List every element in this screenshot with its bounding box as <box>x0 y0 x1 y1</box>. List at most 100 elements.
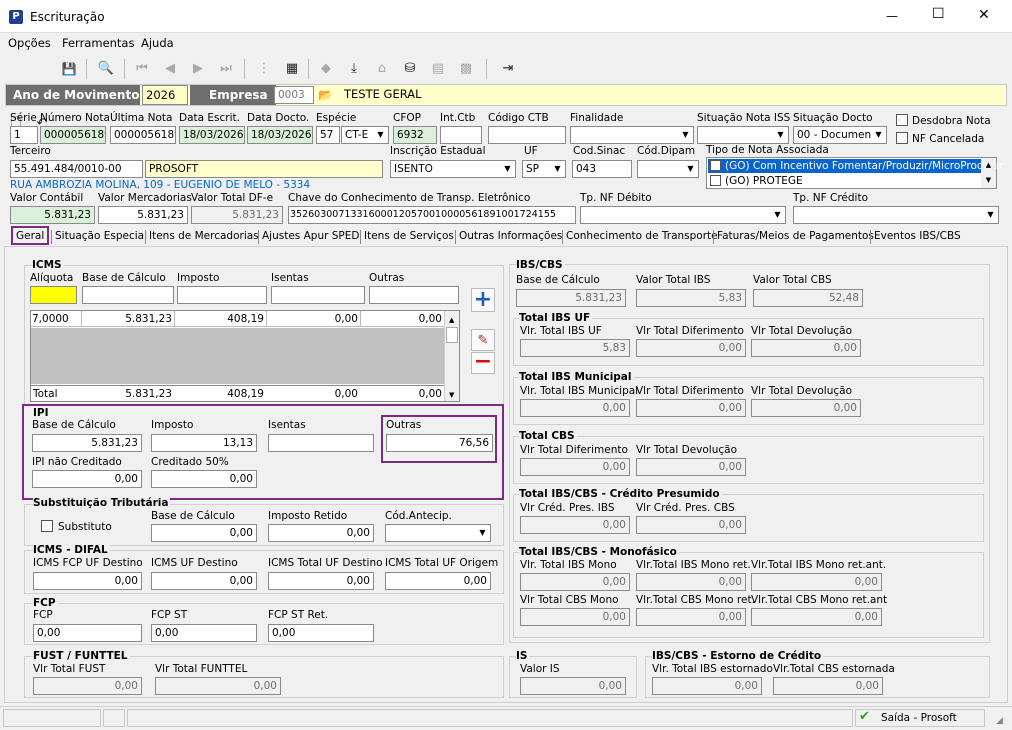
last-record-icon[interactable]: ⏭ <box>216 61 236 77</box>
st-base-field[interactable]: 0,00 <box>151 524 257 542</box>
especie-code-field[interactable]: 57 <box>316 126 340 144</box>
exit-icon[interactable]: ⇥ <box>498 61 518 77</box>
menu-ferramentas[interactable]: Ferramentas <box>62 37 134 49</box>
scroll-down-icon[interactable]: ▼ <box>449 389 454 401</box>
ipi-nao-cred-field[interactable]: 0,00 <box>32 470 142 488</box>
cfop-field[interactable]: 6932 <box>393 126 437 144</box>
maximize-button[interactable]: ☐ <box>932 7 945 21</box>
calculator-icon[interactable]: ▦ <box>282 61 302 77</box>
tab-outras-informacoes[interactable]: Outras Informações <box>456 227 565 246</box>
tipo-nota-checkbox-2[interactable] <box>710 175 721 186</box>
dipam-select[interactable]: ▼ <box>637 160 699 178</box>
table-row[interactable]: 7,0000 5.831,23 408,19 0,00 0,00 <box>31 311 444 327</box>
data-docto-field[interactable]: 18/03/2026 <box>247 126 313 144</box>
numero-field[interactable]: 0000056189 <box>40 126 106 144</box>
tipo-nota-checkbox-1[interactable] <box>710 160 721 171</box>
empresa-code-field[interactable]: 0003 <box>274 86 314 104</box>
tipo-nota-item-2[interactable]: (GO) PROTEGE <box>708 174 981 188</box>
tree-icon[interactable]: ⋮ <box>254 61 274 77</box>
tab-geral[interactable]: Geral <box>11 226 50 245</box>
difal-uf-dest-field[interactable]: 0,00 <box>151 572 257 590</box>
icms-isentas-input[interactable] <box>271 286 365 304</box>
intctb-field[interactable] <box>440 126 482 144</box>
tpcred-select[interactable]: ▼ <box>793 206 999 224</box>
puzzle-icon[interactable]: ◆ <box>316 61 336 77</box>
scroll-up-icon[interactable]: ▲ <box>449 314 454 326</box>
st-retido-field[interactable]: 0,00 <box>268 524 374 542</box>
tipo-nota-scrollbar[interactable]: ▲ ▼ <box>981 158 996 188</box>
icms-imposto-input[interactable] <box>177 286 267 304</box>
tpdeb-select[interactable]: ▼ <box>580 206 786 224</box>
insc-select[interactable]: ISENTO ▼ <box>390 160 516 178</box>
substituto-checkbox[interactable] <box>41 520 53 532</box>
terceiro-nome-field[interactable]: PROSOFT <box>145 160 383 178</box>
difal-tot-dest-field[interactable]: 0,00 <box>268 572 374 590</box>
serie-field[interactable]: 1 <box>10 126 38 144</box>
home-icon[interactable]: ⌂ <box>372 61 392 77</box>
sit-iss-select[interactable]: ▼ <box>697 126 789 144</box>
first-record-icon[interactable]: ⏮ <box>132 61 152 77</box>
icms-grid-scrollbar[interactable]: ▲ ▼ <box>444 311 459 401</box>
codctb-field[interactable] <box>488 126 566 144</box>
icms-aliquota-input[interactable] <box>30 286 77 304</box>
icms-base-input[interactable] <box>82 286 174 304</box>
tab-ajustes-apur-sped[interactable]: Ajustes Apur SPED <box>259 227 362 246</box>
finalidade-select[interactable]: ▼ <box>570 126 694 144</box>
minimize-button[interactable]: — <box>886 10 898 22</box>
ano-field[interactable]: 2026 <box>142 85 188 105</box>
menu-ajuda[interactable]: Ajuda <box>141 37 174 49</box>
close-button[interactable]: ✕ <box>978 8 990 22</box>
fcp-field[interactable]: 0,00 <box>33 624 142 642</box>
menu-opcoes[interactable]: Opções <box>8 37 51 49</box>
ipi-imposto-field[interactable]: 13,13 <box>151 434 257 452</box>
folder-icon[interactable]: 📂 <box>318 87 336 103</box>
fcp-st-field[interactable]: 0,00 <box>151 624 257 642</box>
terceiro-cnpj-field[interactable]: 55.491.484/0010-00 <box>10 160 143 178</box>
icms-grid[interactable]: 7,0000 5.831,23 408,19 0,00 0,00 Total 5… <box>30 310 460 402</box>
difal-fcp-field[interactable]: 0,00 <box>33 572 142 590</box>
vc-field[interactable]: 5.831,23 <box>10 206 95 224</box>
sit-docto-select[interactable]: 00 - Document ▼ <box>793 126 887 144</box>
sinac-field[interactable]: 043 <box>572 160 632 178</box>
print-preview-icon[interactable]: 🔍 <box>96 61 116 77</box>
resize-grip-icon[interactable]: ◢ <box>996 715 1003 727</box>
download-icon[interactable]: ⤓ <box>344 61 364 77</box>
nf-cancelada-checkbox[interactable] <box>896 132 908 144</box>
chave-field[interactable]: 3526030071331600012057001000056189100172… <box>288 206 576 224</box>
icms-outras-input[interactable] <box>369 286 459 304</box>
next-record-icon[interactable]: ▶ <box>188 61 208 77</box>
tab-faturas[interactable]: Faturas/Meios de Pagamentos <box>714 227 877 246</box>
cib-icon[interactable]: ⛁ <box>400 61 420 77</box>
desdobra-checkbox[interactable] <box>896 114 908 126</box>
fcp-ret-field[interactable]: 0,00 <box>268 624 374 642</box>
tab-eventos-ibs-cbs[interactable]: Eventos IBS/CBS <box>871 227 964 246</box>
tipo-nota-list[interactable]: (GO) Com Incentivo Fomentar/Produzir/Mic… <box>706 157 1003 189</box>
ipi-base-field[interactable]: 5.831,23 <box>32 434 142 452</box>
tab-itens-servicos[interactable]: Itens de Serviços <box>361 227 457 246</box>
especie-select[interactable]: CT-E ▼ <box>341 126 389 144</box>
grid-icon[interactable]: ▤ <box>428 61 448 77</box>
tab-situacao-especial[interactable]: Situação Especial <box>52 227 150 246</box>
remove-icon[interactable]: − <box>471 351 495 374</box>
previous-record-icon[interactable]: ◀ <box>160 61 180 77</box>
add-icon[interactable]: + <box>471 288 495 312</box>
edit-icon[interactable]: ✎ <box>471 329 495 351</box>
save-icon[interactable]: 💾 <box>59 61 79 77</box>
table-icon[interactable]: ▩ <box>456 61 476 77</box>
tpdeb-label: Tp. NF Débito <box>580 192 652 204</box>
data-escrit-field[interactable]: 18/03/2026 <box>179 126 245 144</box>
uf-select[interactable]: SP ▼ <box>522 160 566 178</box>
tab-conhecimento-transporte[interactable]: Conhecimento de Transporte <box>563 227 721 246</box>
estorno-b-field: 0,00 <box>773 677 883 695</box>
ipi-isentas-field[interactable] <box>268 434 374 452</box>
vdf-label: Valor Total DF-e <box>191 192 274 204</box>
vm-field[interactable]: 5.831,23 <box>98 206 188 224</box>
ipi-outras-field[interactable]: 76,56 <box>386 434 493 452</box>
ultima-field[interactable]: 0000056189 <box>110 126 176 144</box>
st-antecip-select[interactable]: ▼ <box>385 524 491 542</box>
tipo-nota-item-1[interactable]: (GO) Com Incentivo Fomentar/Produzir/Mic… <box>708 159 1003 173</box>
difal-tot-orig-field[interactable]: 0,00 <box>385 572 491 590</box>
ipi-cred50-field[interactable]: 0,00 <box>151 470 257 488</box>
fcp-ret-label: FCP ST Ret. <box>268 609 329 621</box>
tab-itens-mercadorias[interactable]: Itens de Mercadorias <box>146 227 262 246</box>
